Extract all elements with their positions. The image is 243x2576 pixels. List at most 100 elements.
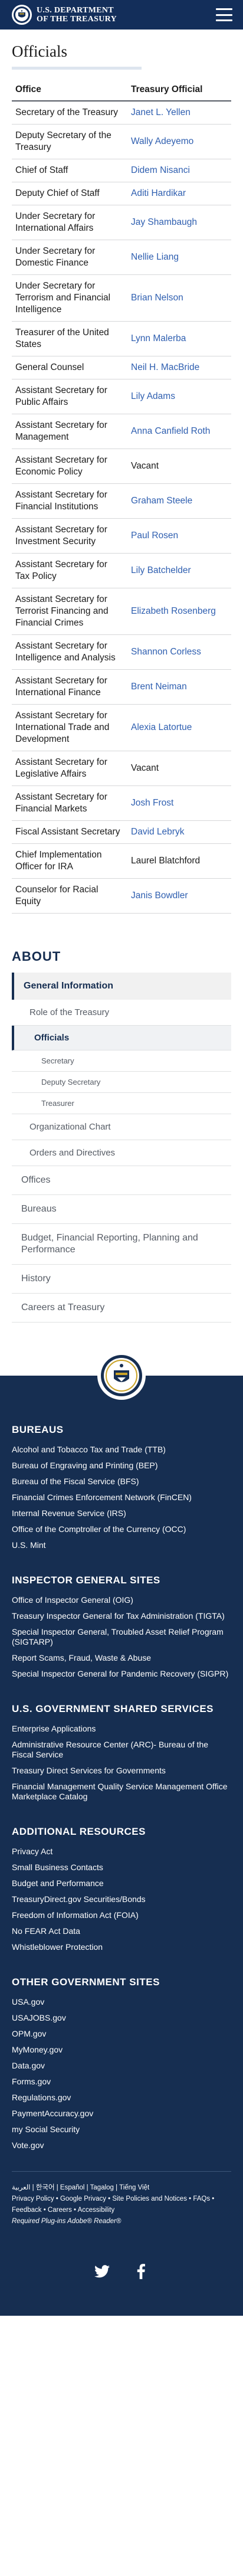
official-link[interactable]: Elizabeth Rosenberg: [131, 606, 216, 616]
footer-link[interactable]: Forms.gov: [12, 2074, 231, 2090]
footer-link[interactable]: USA.gov: [12, 1994, 231, 2010]
nav-item-deputy-secretary[interactable]: Deputy Secretary: [12, 1072, 231, 1093]
footer-link[interactable]: Special Inspector General, Troubled Asse…: [12, 1624, 231, 1650]
official-link[interactable]: Jay Shambaugh: [131, 217, 197, 227]
facebook-icon[interactable]: [132, 2263, 150, 2280]
footer-link[interactable]: TreasuryDirect.gov Securities/Bonds: [12, 1891, 231, 1907]
footer-link[interactable]: No FEAR Act Data: [12, 1923, 231, 1939]
footer-link[interactable]: Bureau of Engraving and Printing (BEP): [12, 1458, 231, 1474]
footer-link[interactable]: Office of the Comptroller of the Currenc…: [12, 1521, 231, 1537]
official-link[interactable]: Neil H. MacBride: [131, 362, 199, 372]
official-link[interactable]: Janis Bowdler: [131, 891, 188, 901]
hamburger-menu-icon[interactable]: [216, 8, 232, 21]
footer-link[interactable]: U.S. Mint: [12, 1537, 231, 1553]
office-cell: Deputy Chief of Staff: [12, 182, 127, 205]
footer-link[interactable]: Bureau of the Fiscal Service (BFS): [12, 1474, 231, 1490]
footer-link[interactable]: Freedom of Information Act (FOIA): [12, 1907, 231, 1923]
official-link[interactable]: Paul Rosen: [131, 531, 178, 541]
footer-link[interactable]: PaymentAccuracy.gov: [12, 2106, 231, 2122]
official-link[interactable]: Nellie Liang: [131, 252, 179, 262]
office-cell: General Counsel: [12, 356, 127, 379]
official-cell: Didem Nisanci: [127, 159, 231, 182]
official-link[interactable]: David Lebryk: [131, 827, 184, 837]
footer-link[interactable]: Privacy Act: [12, 1844, 231, 1860]
officials-table: Office Treasury Official Secretary of th…: [12, 84, 231, 914]
page-title: Officials: [12, 42, 67, 60]
official-link[interactable]: Wally Adeyemo: [131, 136, 193, 146]
official-link[interactable]: Lily Batchelder: [131, 565, 191, 575]
footer-link[interactable]: Report Scams, Fraud, Waste & Abuse: [12, 1650, 231, 1666]
nav-item-officials[interactable]: Officials: [12, 1026, 231, 1050]
footer-link[interactable]: Whistleblower Protection: [12, 1939, 231, 1955]
official-cell: Jay Shambaugh: [127, 205, 231, 240]
footer-link[interactable]: Data.gov: [12, 2058, 231, 2074]
nav-item-orders-and-directives[interactable]: Orders and Directives: [12, 1140, 231, 1166]
footer-seal-band: [0, 1346, 243, 1405]
office-cell: Assistant Secretary for Terrorist Financ…: [12, 588, 127, 635]
footer-link[interactable]: MyMoney.gov: [12, 2042, 231, 2058]
twitter-icon[interactable]: [93, 2263, 111, 2280]
official-link[interactable]: Graham Steele: [131, 496, 192, 506]
official-cell: Lily Adams: [127, 379, 231, 414]
official-link[interactable]: Alexia Latortue: [131, 722, 192, 732]
nav-item-treasurer[interactable]: Treasurer: [12, 1093, 231, 1114]
nav-item-budget-financial-reporting-planning-and-performance[interactable]: Budget, Financial Reporting, Planning an…: [12, 1224, 231, 1265]
footer-link[interactable]: USAJOBS.gov: [12, 2010, 231, 2026]
footer-link[interactable]: Treasury Inspector General for Tax Admin…: [12, 1608, 231, 1624]
footer-link[interactable]: Administrative Resource Center (ARC)- Bu…: [12, 1737, 231, 1763]
nav-item-role-of-the-treasury[interactable]: Role of the Treasury: [12, 1000, 231, 1026]
table-row: Deputy Secretary of the Treasury Wally Ad…: [12, 124, 231, 159]
table-header-row: Office Treasury Official: [12, 84, 231, 102]
official-link[interactable]: Josh Frost: [131, 798, 173, 808]
official-cell: Aditi Hardikar: [127, 182, 231, 205]
table-row: Assistant Secretary for Tax Policy Lily B…: [12, 553, 231, 588]
footer-link[interactable]: Internal Revenue Service (IRS): [12, 1505, 231, 1521]
plugins-note[interactable]: Required Plug-ins Adobe® Reader®: [12, 2216, 231, 2227]
office-cell: Assistant Secretary for Tax Policy: [12, 553, 127, 588]
footer-section: OTHER GOVERNMENT SITES USA.gov USAJOBS.gov…: [12, 1955, 231, 2153]
table-row: Assistant Secretary for International Fi…: [12, 669, 231, 705]
official-link[interactable]: Janet L. Yellen: [131, 107, 191, 117]
page-title-area: Officials: [0, 30, 243, 70]
official-cell: Brent Neiman: [127, 669, 231, 705]
home-link[interactable]: U.S. DEPARTMENT OF THE TREASURY: [12, 5, 117, 25]
footer-link[interactable]: Small Business Contacts: [12, 1860, 231, 1875]
table-row: Under Secretary for International Affair…: [12, 205, 231, 240]
footer-section-heading: U.S. GOVERNMENT SHARED SERVICES: [12, 1703, 214, 1714]
official-link[interactable]: Lynn Malerba: [131, 333, 186, 343]
official-link[interactable]: Brent Neiman: [131, 682, 187, 692]
footer-link[interactable]: Treasury Direct Services for Governments: [12, 1763, 231, 1779]
nav-general-information[interactable]: General Information: [12, 973, 231, 1000]
nav-item-careers-at-treasury[interactable]: Careers at Treasury: [12, 1294, 231, 1323]
official-link[interactable]: Anna Canfield Roth: [131, 426, 210, 436]
nav-item-secretary[interactable]: Secretary: [12, 1050, 231, 1072]
footer-section-heading: BUREAUS: [12, 1424, 64, 1435]
footer-link[interactable]: Enterprise Applications: [12, 1721, 231, 1737]
footer-link[interactable]: Budget and Performance: [12, 1875, 231, 1891]
official-cell: Alexia Latortue: [127, 704, 231, 751]
official-link[interactable]: Shannon Corless: [131, 647, 201, 657]
footer-link[interactable]: Alcohol and Tobacco Tax and Trade (TTB): [12, 1442, 231, 1458]
official-cell: Vacant: [127, 751, 231, 786]
footer-link[interactable]: my Social Security: [12, 2122, 231, 2138]
table-row: Assistant Secretary for Intelligence and…: [12, 634, 231, 670]
footer-link[interactable]: Financial Crimes Enforcement Network (Fi…: [12, 1490, 231, 1505]
official-link[interactable]: Aditi Hardikar: [131, 188, 186, 198]
nav-item-history[interactable]: History: [12, 1265, 231, 1294]
official-link[interactable]: Lily Adams: [131, 391, 175, 401]
official-link[interactable]: Didem Nisanci: [131, 165, 190, 175]
official-cell: Janis Bowdler: [127, 878, 231, 914]
policy-links[interactable]: Privacy Policy • Google Privacy • Site P…: [12, 2194, 231, 2216]
language-links[interactable]: العربية | 한국어 | Español | Tagalog | Tiến…: [12, 2182, 231, 2194]
nav-item-bureaus[interactable]: Bureaus: [12, 1195, 231, 1224]
footer-link[interactable]: Special Inspector General for Pandemic R…: [12, 1666, 231, 1682]
official-link[interactable]: Brian Nelson: [131, 293, 183, 303]
nav-item-organizational-chart[interactable]: Organizational Chart: [12, 1114, 231, 1140]
footer-link[interactable]: Office of Inspector General (OIG): [12, 1592, 231, 1608]
footer-link[interactable]: OPM.gov: [12, 2026, 231, 2042]
footer-link[interactable]: Regulations.gov: [12, 2090, 231, 2106]
footer-link[interactable]: Financial Management Quality Service Man…: [12, 1779, 231, 1805]
nav-item-offices[interactable]: Offices: [12, 1166, 231, 1195]
brand-line-2: OF THE TREASURY: [37, 15, 117, 24]
footer-link[interactable]: Vote.gov: [12, 2138, 231, 2153]
